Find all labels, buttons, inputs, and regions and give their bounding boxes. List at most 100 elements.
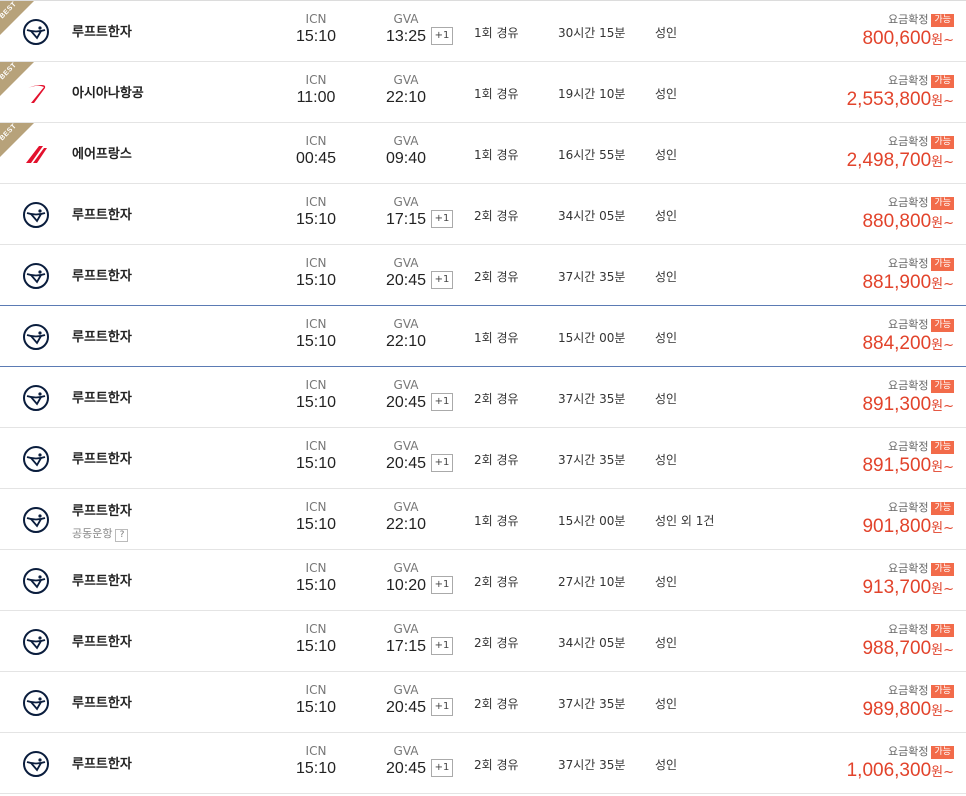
currency-label: 원~ [931, 460, 954, 475]
currency-label: 원~ [931, 216, 954, 231]
fare[interactable]: 요금확정 가능 913,700원~ [862, 562, 954, 600]
airfrance-logo-icon [22, 140, 50, 168]
airline-name: 아시아나항공 [72, 86, 144, 101]
flight-row-3[interactable]: BEST 에어프랑스 ICN 00:45 GVA 09:40 1회 경유 16시… [0, 123, 966, 184]
passenger-type: 성인 [655, 697, 678, 711]
next-day-badge: +1 [431, 393, 453, 411]
flight-row-11[interactable]: 루프트한자 ICN 15:10 GVA 17:15 +1 2회 경유 34시간 … [0, 611, 966, 672]
currency-label: 원~ [931, 399, 954, 414]
flight-row-1[interactable]: BEST 루프트한자 ICN 15:10 GVA 13:25 +1 1회 경유 … [0, 0, 966, 62]
departure-airport-code: ICN [305, 622, 327, 636]
arrival-time: 20:45 [385, 394, 427, 411]
fare-confirm-label: 요금확정 [887, 562, 929, 575]
departure-time: 15:10 [295, 577, 337, 594]
passenger-type: 성인 [655, 331, 678, 345]
fare-confirm-label: 요금확정 [887, 745, 929, 758]
flight-row-10[interactable]: 루프트한자 ICN 15:10 GVA 10:20 +1 2회 경유 27시간 … [0, 550, 966, 611]
flight-row-7[interactable]: 루프트한자 ICN 15:10 GVA 20:45 +1 2회 경유 37시간 … [0, 367, 966, 428]
departure-airport-code: ICN [305, 561, 327, 575]
stops: 1회 경유 [474, 26, 519, 40]
arrival-airport-code: GVA [393, 12, 419, 26]
departure-time: 00:45 [295, 150, 337, 167]
departure-time: 15:10 [295, 455, 337, 472]
available-badge: 가능 [931, 441, 954, 454]
airline-name: 루프트한자 [72, 504, 132, 519]
flight-duration: 27시간 10분 [558, 575, 626, 589]
arrival: GVA 20:45 [376, 744, 436, 780]
arrival-airport-code: GVA [393, 683, 419, 697]
airline-name: 루프트한자 [72, 574, 132, 589]
departure-airport-code: ICN [305, 256, 327, 270]
arrival-airport-code: GVA [393, 317, 419, 331]
fare[interactable]: 요금확정 가능 800,600원~ [862, 13, 954, 51]
arrival-airport-code: GVA [393, 73, 419, 87]
passenger-type: 성인 [655, 392, 678, 406]
airline-name: 루프트한자 [72, 391, 132, 406]
departure: ICN 15:10 [286, 622, 346, 658]
fare-status: 요금확정 가능 [862, 623, 954, 637]
fare-confirm-label: 요금확정 [887, 257, 929, 270]
fare[interactable]: 요금확정 가능 2,498,700원~ [847, 135, 954, 173]
passenger-type: 성인 [655, 209, 678, 223]
stops: 2회 경유 [474, 697, 519, 711]
fare-status: 요금확정 가능 [862, 440, 954, 454]
stops: 2회 경유 [474, 453, 519, 467]
departure: ICN 15:10 [286, 195, 346, 231]
fare[interactable]: 요금확정 가능 881,900원~ [862, 257, 954, 295]
arrival: GVA 09:40 [376, 134, 436, 170]
lufthansa-logo-icon [22, 567, 50, 595]
departure-time: 15:10 [295, 638, 337, 655]
arrival: GVA 22:10 [376, 500, 436, 536]
codeshare-label: 공동운항? [72, 525, 129, 542]
departure-airport-code: ICN [305, 378, 327, 392]
arrival-airport-code: GVA [393, 744, 419, 758]
fare-confirm-label: 요금확정 [887, 684, 929, 697]
airline-name: 루프트한자 [72, 25, 132, 40]
fare[interactable]: 요금확정 가능 901,800원~ [862, 501, 954, 539]
fare[interactable]: 요금확정 가능 884,200원~ [862, 318, 954, 356]
flight-duration: 34시간 05분 [558, 636, 626, 650]
currency-label: 원~ [931, 338, 954, 353]
departure-time: 15:10 [295, 699, 337, 716]
currency-label: 원~ [931, 277, 954, 292]
flight-row-12[interactable]: 루프트한자 ICN 15:10 GVA 20:45 +1 2회 경유 37시간 … [0, 672, 966, 733]
flight-row-13[interactable]: 루프트한자 ICN 15:10 GVA 20:45 +1 2회 경유 37시간 … [0, 733, 966, 794]
departure-time: 15:10 [295, 28, 337, 45]
stops: 2회 경유 [474, 392, 519, 406]
fare[interactable]: 요금확정 가능 989,800원~ [862, 684, 954, 722]
arrival: GVA 20:45 [376, 439, 436, 475]
arrival: GVA 20:45 [376, 378, 436, 414]
price: 884,200 [862, 333, 932, 354]
price: 2,498,700 [846, 150, 932, 171]
fare-status: 요금확정 가능 [862, 196, 954, 210]
lufthansa-logo-icon [22, 18, 50, 46]
fare[interactable]: 요금확정 가능 891,300원~ [862, 379, 954, 417]
flight-row-5[interactable]: 루프트한자 ICN 15:10 GVA 20:45 +1 2회 경유 37시간 … [0, 245, 966, 306]
fare[interactable]: 요금확정 가능 880,800원~ [862, 196, 954, 234]
fare[interactable]: 요금확정 가능 2,553,800원~ [847, 74, 954, 112]
next-day-badge: +1 [431, 210, 453, 228]
stops: 1회 경유 [474, 87, 519, 101]
fare[interactable]: 요금확정 가능 988,700원~ [862, 623, 954, 661]
next-day-badge: +1 [431, 576, 453, 594]
lufthansa-logo-icon [22, 689, 50, 717]
fare[interactable]: 요금확정 가능 891,500원~ [862, 440, 954, 478]
stops: 1회 경유 [474, 148, 519, 162]
available-badge: 가능 [931, 319, 954, 332]
codeshare-help-icon[interactable]: ? [115, 529, 129, 542]
airline-name: 에어프랑스 [72, 147, 132, 162]
departure: ICN 00:45 [286, 134, 346, 170]
arrival-time: 20:45 [385, 455, 427, 472]
fare[interactable]: 요금확정 가능 1,006,300원~ [847, 745, 954, 783]
departure-time: 15:10 [295, 272, 337, 289]
available-badge: 가능 [931, 624, 954, 637]
departure-airport-code: ICN [305, 134, 327, 148]
flight-row-2[interactable]: BEST 아시아나항공 ICN 11:00 GVA 22:10 1회 경유 19… [0, 62, 966, 123]
price: 988,700 [862, 638, 932, 659]
flight-row-9[interactable]: 루프트한자 공동운항? ICN 15:10 GVA 22:10 1회 경유 15… [0, 489, 966, 550]
flight-row-4[interactable]: 루프트한자 ICN 15:10 GVA 17:15 +1 2회 경유 34시간 … [0, 184, 966, 245]
flight-row-6[interactable]: 루프트한자 ICN 15:10 GVA 22:10 1회 경유 15시간 00분… [0, 305, 966, 367]
arrival-time: 22:10 [385, 333, 427, 350]
flight-row-8[interactable]: 루프트한자 ICN 15:10 GVA 20:45 +1 2회 경유 37시간 … [0, 428, 966, 489]
currency-label: 원~ [931, 94, 954, 109]
